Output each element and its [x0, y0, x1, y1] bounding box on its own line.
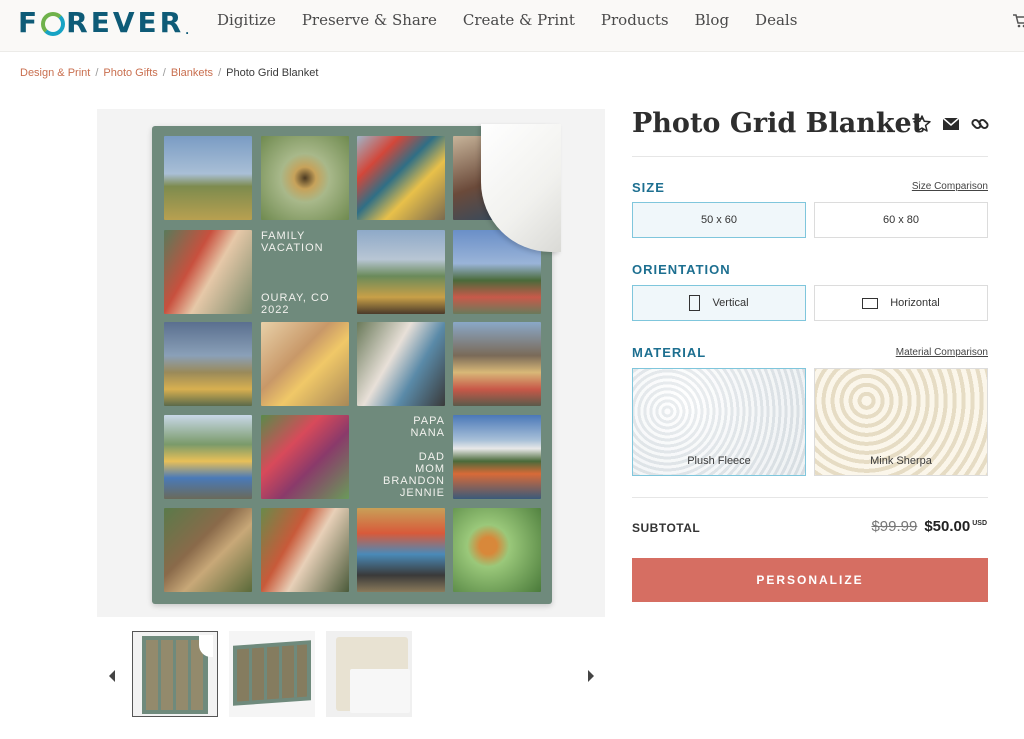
breadcrumb-design-print[interactable]: Design & Print [20, 67, 90, 79]
orientation-option-vertical[interactable]: Vertical [632, 285, 806, 321]
breadcrumb-photo-gifts[interactable]: Photo Gifts [103, 67, 157, 79]
orientation-option-horizontal[interactable]: Horizontal [814, 285, 988, 321]
cart-icon[interactable] [1013, 14, 1024, 28]
main-nav: Digitize Preserve & Share Create & Print… [217, 11, 823, 29]
size-option-50x60[interactable]: 50 x 60 [632, 202, 806, 238]
blanket-name-nana: NANA [410, 427, 445, 439]
sale-price: $50.00 [924, 518, 971, 535]
product-title: Photo Grid Blanket [632, 108, 925, 139]
breadcrumb-blankets[interactable]: Blankets [171, 67, 213, 79]
site-header: F REVER. Digitize Preserve & Share Create… [0, 0, 1024, 52]
link-icon[interactable] [970, 114, 990, 134]
thumbnail-material-detail[interactable] [326, 631, 412, 717]
blanket-text-year: 2022 [261, 304, 290, 316]
breadcrumb-separator: / [162, 67, 166, 79]
material-option-mink-sherpa[interactable]: Mink Sherpa [814, 368, 988, 476]
nav-create-print[interactable]: Create & Print [463, 11, 575, 29]
orientation-label: ORIENTATION [632, 262, 731, 277]
breadcrumb: Design & Print / Photo Gifts / Blankets … [20, 67, 318, 79]
blanket-photo [453, 415, 541, 499]
nav-deals[interactable]: Deals [755, 11, 797, 29]
nav-preserve-share[interactable]: Preserve & Share [302, 11, 437, 29]
blanket-photo [164, 415, 252, 499]
blanket-photo [453, 508, 541, 592]
chevron-left-icon[interactable] [107, 670, 117, 682]
chevron-right-icon[interactable] [586, 670, 596, 682]
blanket-photo [453, 322, 541, 406]
thumbnail-folded-blanket[interactable] [229, 631, 315, 717]
currency-label: USD [972, 520, 987, 527]
personalize-button[interactable]: PERSONALIZE [632, 558, 988, 602]
blanket-photo [357, 508, 445, 592]
blanket-name-dad: DAD [418, 451, 445, 463]
star-icon[interactable] [912, 114, 932, 134]
blanket-text-vacation: VACATION [261, 242, 324, 254]
blanket-photo [261, 415, 349, 499]
forever-logo[interactable]: F REVER. [18, 6, 189, 39]
size-option-60x80[interactable]: 60 x 80 [814, 202, 988, 238]
product-main-image[interactable]: FAMILY VACATION OURAY, CO 2022 PAPA NANA… [97, 109, 605, 617]
breadcrumb-separator: / [218, 67, 222, 79]
blanket-photo [357, 136, 445, 220]
divider [632, 156, 988, 157]
blanket-name-jennie: JENNIE [399, 487, 445, 499]
horizontal-rectangle-icon [862, 297, 879, 309]
nav-blog[interactable]: Blog [695, 11, 729, 29]
material-comparison-link[interactable]: Material Comparison [896, 347, 988, 358]
blanket-photo [261, 322, 349, 406]
blanket-photo [357, 322, 445, 406]
size-comparison-link[interactable]: Size Comparison [912, 181, 988, 192]
product-actions [912, 114, 999, 134]
blanket-photo [261, 136, 349, 220]
blanket-text-place: OURAY, CO [261, 292, 330, 304]
blanket-photo [164, 322, 252, 406]
blanket-photo [357, 230, 445, 314]
material-option-label: Mink Sherpa [870, 455, 932, 467]
size-label: SIZE [632, 180, 665, 195]
thumb-fleece [350, 669, 410, 713]
material-option-label: Plush Fleece [687, 455, 751, 467]
orientation-option-label: Horizontal [890, 297, 940, 309]
thumb-blanket [233, 640, 311, 706]
original-price: $99.99 [871, 518, 918, 535]
thumbnail-vertical-blanket[interactable] [132, 631, 218, 717]
blanket-name-papa: PAPA [413, 415, 445, 427]
breadcrumb-current: Photo Grid Blanket [226, 67, 319, 79]
blanket-photo [164, 136, 252, 220]
nav-digitize[interactable]: Digitize [217, 11, 276, 29]
size-option-label: 50 x 60 [700, 214, 738, 226]
blanket-photo [261, 508, 349, 592]
breadcrumb-separator: / [95, 67, 99, 79]
nav-products[interactable]: Products [601, 11, 669, 29]
logo-ring-icon [41, 11, 66, 36]
subtotal-label: SUBTOTAL [632, 521, 701, 535]
orientation-option-label: Vertical [712, 297, 749, 309]
blanket-photo [164, 508, 252, 592]
material-option-plush-fleece[interactable]: Plush Fleece [632, 368, 806, 476]
blanket-photo [164, 230, 252, 314]
blanket-name-mom: MOM [415, 463, 445, 475]
envelope-icon[interactable] [941, 114, 961, 134]
vertical-rectangle-icon [689, 295, 701, 311]
blanket-text-family: FAMILY [261, 230, 306, 242]
blanket-name-brandon: BRANDON [382, 475, 445, 487]
size-option-label: 60 x 80 [882, 214, 920, 226]
material-label: MATERIAL [632, 345, 707, 360]
thumb-blanket [142, 636, 208, 714]
price-block: $99.99 $50.00 USD [871, 518, 987, 535]
divider [632, 497, 988, 498]
